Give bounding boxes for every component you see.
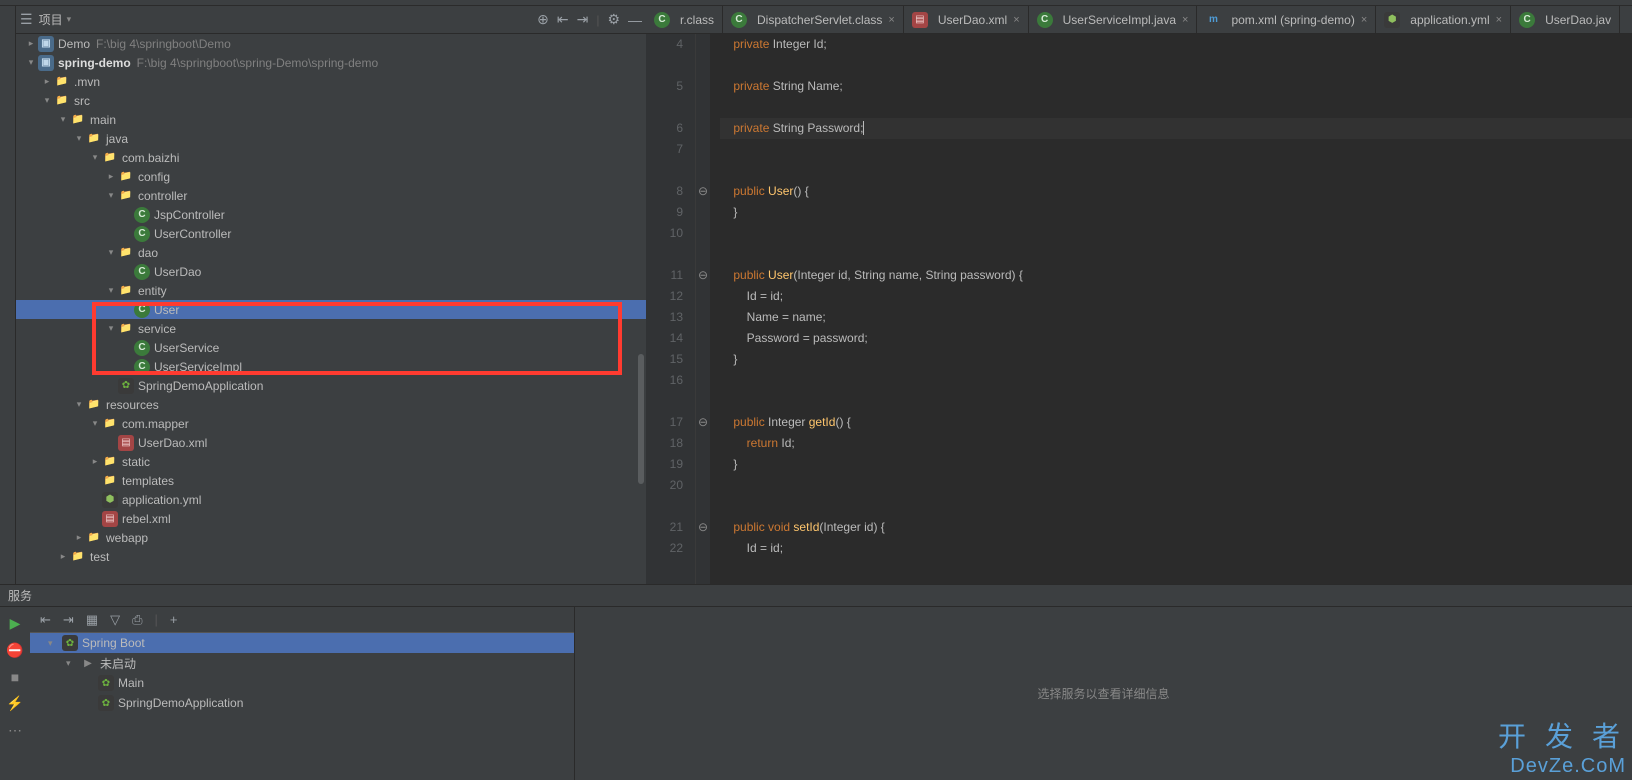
tree-item-entity[interactable]: entity <box>16 281 646 300</box>
tb-indent-icon[interactable]: ⇤ <box>40 612 51 628</box>
locate-icon[interactable]: ⊕ <box>537 11 549 28</box>
tab-dispatcherservlet-class[interactable]: CDispatcherServlet.class× <box>723 6 904 34</box>
code-area[interactable]: 45678910111213141516171819202122 ⊖⊖⊖⊖ pr… <box>646 34 1632 584</box>
tab-userdao-jav[interactable]: CUserDao.jav <box>1511 6 1620 34</box>
tree-item-com-mapper[interactable]: com.mapper <box>16 414 646 433</box>
expand-arrow[interactable] <box>40 76 54 87</box>
source-code[interactable]: private Integer Id; private String Name;… <box>710 34 1632 584</box>
expand-arrow[interactable] <box>56 551 70 562</box>
tree-item-spring-demo[interactable]: ▣spring-demoF:\big 4\springboot\spring-D… <box>16 53 646 72</box>
sidebar-title[interactable]: 项目 ▾ <box>39 11 72 28</box>
tree-item-usercontroller[interactable]: CUserController <box>16 224 646 243</box>
tree-item-src[interactable]: src <box>16 91 646 110</box>
sidebar-toolbar: ☰ 项目 ▾ ⊕ ⇤ ⇥ | ⚙ — <box>16 6 646 34</box>
tree-item-demo[interactable]: ▣DemoF:\big 4\springboot\Demo <box>16 34 646 53</box>
tb-outdent-icon[interactable]: ⇥ <box>63 612 74 628</box>
service-item-spring-boot[interactable]: ▾✿Spring Boot <box>30 633 574 653</box>
debug-icon[interactable]: ⛔ <box>6 642 23 659</box>
expand-arrow[interactable] <box>104 190 118 201</box>
tab-userserviceimpl-java[interactable]: CUserServiceImpl.java× <box>1029 6 1198 34</box>
close-icon[interactable]: × <box>1013 14 1019 26</box>
tree-item-config[interactable]: config <box>16 167 646 186</box>
tab-userdao-xml[interactable]: ▤UserDao.xml× <box>904 6 1029 34</box>
close-icon[interactable]: × <box>888 14 894 26</box>
tree-item-springdemoapplication[interactable]: ✿SpringDemoApplication <box>16 376 646 395</box>
collapse-icon[interactable]: ⇤ <box>557 11 569 28</box>
services-panel: 服务 ▶ ⛔ ■ ⚡ ⋯ ⇤ ⇥ ▦ ▽ ⎙ | + ▾✿Spring Boot… <box>0 584 1632 780</box>
tree-item-userdao[interactable]: CUserDao <box>16 262 646 281</box>
tb-filter-icon[interactable]: ▽ <box>110 612 120 628</box>
tree-item-webapp[interactable]: webapp <box>16 528 646 547</box>
services-toolbar: ⇤ ⇥ ▦ ▽ ⎙ | + <box>30 607 574 633</box>
minimize-icon[interactable]: — <box>628 12 642 28</box>
watermark: 开 发 者 DevZe.CoM <box>1498 715 1626 778</box>
project-sidebar: ☰ 项目 ▾ ⊕ ⇤ ⇥ | ⚙ — ▣DemoF:\big 4\springb… <box>16 6 646 584</box>
expand-arrow[interactable] <box>104 247 118 258</box>
services-hint: 选择服务以查看详细信息 <box>1037 685 1169 702</box>
tree-item-service[interactable]: service <box>16 319 646 338</box>
expand-arrow[interactable] <box>40 95 54 106</box>
tab-pom-xml-spring-demo-[interactable]: mpom.xml (spring-demo)× <box>1197 6 1376 34</box>
tree-scrollbar[interactable] <box>638 354 644 484</box>
gear-icon[interactable]: ⚙ <box>607 11 620 28</box>
expand-arrow[interactable] <box>24 57 38 68</box>
tree-item-userserviceimpl[interactable]: CUserServiceImpl <box>16 357 646 376</box>
editor-pane: Cr.classCDispatcherServlet.class×▤UserDa… <box>646 6 1632 584</box>
tree-item-jspcontroller[interactable]: CJspController <box>16 205 646 224</box>
service-item-springdemoapplication[interactable]: ✿SpringDemoApplication <box>30 693 574 713</box>
service-item-main[interactable]: ✿Main <box>30 673 574 693</box>
tab-r-class[interactable]: Cr.class <box>646 6 723 34</box>
expand-arrow[interactable] <box>104 285 118 296</box>
close-icon[interactable]: × <box>1182 14 1188 26</box>
tree-item-dao[interactable]: dao <box>16 243 646 262</box>
expand-arrow[interactable] <box>88 152 102 163</box>
tree-item-templates[interactable]: templates <box>16 471 646 490</box>
services-tree[interactable]: ▾✿Spring Boot▾▶未启动✿Main✿SpringDemoApplic… <box>30 633 574 713</box>
expand-arrow[interactable] <box>72 532 86 543</box>
expand-arrow[interactable] <box>104 171 118 182</box>
tree-item-static[interactable]: static <box>16 452 646 471</box>
run-icon[interactable]: ▶ <box>10 615 21 632</box>
expand-arrow[interactable] <box>88 456 102 467</box>
expand-arrow[interactable] <box>72 133 86 144</box>
expand-arrow[interactable] <box>88 418 102 429</box>
services-title[interactable]: 服务 <box>0 585 1632 607</box>
tree-item-rebel-xml[interactable]: ▤rebel.xml <box>16 509 646 528</box>
services-gutter-icons: ▶ ⛔ ■ ⚡ ⋯ <box>0 607 30 780</box>
bolt-icon[interactable]: ⚡ <box>6 695 23 712</box>
tab-application-yml[interactable]: ⬢application.yml× <box>1376 6 1511 34</box>
expand-arrow[interactable] <box>56 114 70 125</box>
tb-layout-icon[interactable]: ⎙ <box>132 612 142 628</box>
tree-item-controller[interactable]: controller <box>16 186 646 205</box>
stop-icon[interactable]: ■ <box>11 669 19 685</box>
expand-icon[interactable]: ⇥ <box>577 11 589 28</box>
tree-item-main[interactable]: main <box>16 110 646 129</box>
tree-item-userdao-xml[interactable]: ▤UserDao.xml <box>16 433 646 452</box>
expand-arrow[interactable] <box>24 38 38 49</box>
tree-item-userservice[interactable]: CUserService <box>16 338 646 357</box>
tree-item--mvn[interactable]: .mvn <box>16 72 646 91</box>
line-gutter: 45678910111213141516171819202122 <box>646 34 696 584</box>
sidebar-menu-icon[interactable]: ☰ <box>20 11 33 28</box>
tree-item-resources[interactable]: resources <box>16 395 646 414</box>
editor-tabs[interactable]: Cr.classCDispatcherServlet.class×▤UserDa… <box>646 6 1632 34</box>
left-gutter <box>0 6 16 584</box>
more-icon[interactable]: ⋯ <box>8 722 22 739</box>
fold-gutter[interactable]: ⊖⊖⊖⊖ <box>696 34 710 584</box>
services-detail: 选择服务以查看详细信息 开 发 者 DevZe.CoM <box>575 607 1632 780</box>
tree-item-user[interactable]: CUser <box>16 300 646 319</box>
tree-item-java[interactable]: java <box>16 129 646 148</box>
tree-item-test[interactable]: test <box>16 547 646 566</box>
expand-arrow[interactable] <box>72 399 86 410</box>
expand-arrow[interactable] <box>104 323 118 334</box>
tree-item-com-baizhi[interactable]: com.baizhi <box>16 148 646 167</box>
tb-grid-icon[interactable]: ▦ <box>86 612 98 628</box>
close-icon[interactable]: × <box>1496 14 1502 26</box>
service-item--[interactable]: ▾▶未启动 <box>30 653 574 673</box>
tb-add-icon[interactable]: + <box>170 612 178 627</box>
tree-item-application-yml[interactable]: ⬢application.yml <box>16 490 646 509</box>
project-tree[interactable]: ▣DemoF:\big 4\springboot\Demo▣spring-dem… <box>16 34 646 584</box>
close-icon[interactable]: × <box>1361 14 1367 26</box>
